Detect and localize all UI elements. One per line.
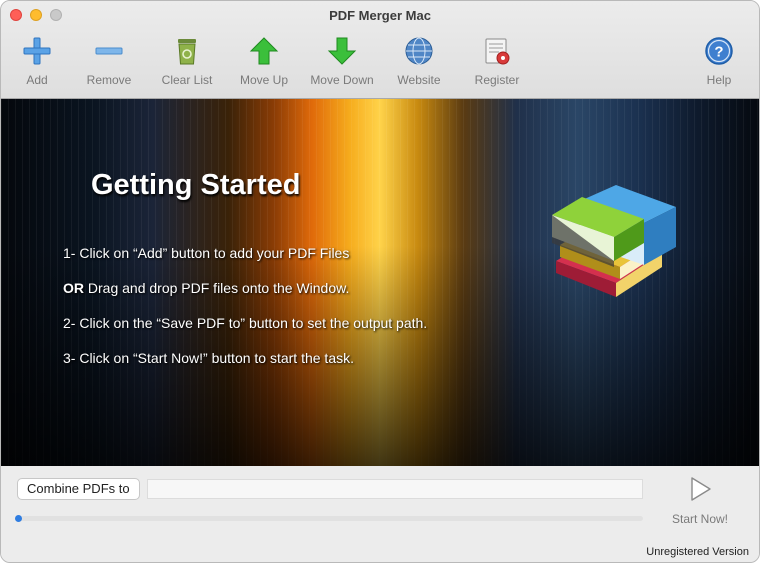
play-icon xyxy=(691,477,711,501)
recycle-bin-icon xyxy=(178,39,196,65)
step-drag-drop-text: Drag and drop PDF files onto the Window. xyxy=(87,280,350,296)
step-drag-drop: OR Drag and drop PDF files onto the Wind… xyxy=(63,280,349,296)
remove-button[interactable]: Remove xyxy=(69,35,149,87)
register-label: Register xyxy=(474,73,520,87)
step-save-path: 2- Click on the “Save PDF to” button to … xyxy=(63,315,428,331)
website-label: Website xyxy=(397,73,441,87)
help-icon: ? xyxy=(705,37,733,65)
add-button[interactable]: Add xyxy=(1,35,77,87)
getting-started-title: Getting Started xyxy=(91,169,301,201)
app-window: PDF Merger Mac Add Remove Clear List Mov… xyxy=(0,0,760,563)
output-path-field[interactable] xyxy=(147,479,643,499)
progress-bar xyxy=(17,516,643,521)
arrow-up-icon xyxy=(249,37,279,65)
registration-status: Unregistered Version xyxy=(646,546,749,558)
move-up-label: Move Up xyxy=(239,73,289,87)
bottom-panel: Combine PDFs to Start Now! Unregistered … xyxy=(1,466,759,562)
start-now-button[interactable]: Start Now! xyxy=(661,476,739,526)
getting-started-banner: Getting Started 1- Click on “Add” button… xyxy=(1,99,759,466)
svg-text:?: ? xyxy=(714,44,723,61)
help-button[interactable]: ? Help xyxy=(679,35,759,87)
clear-list-label: Clear List xyxy=(161,73,213,87)
step-start: 3- Click on “Start Now!” button to start… xyxy=(63,350,354,366)
or-label: OR xyxy=(63,280,84,296)
start-now-label: Start Now! xyxy=(671,512,728,526)
combine-pdfs-to-button[interactable]: Combine PDFs to xyxy=(17,478,140,500)
help-label: Help xyxy=(706,73,732,87)
step-add: 1- Click on “Add” button to add your PDF… xyxy=(63,245,350,261)
remove-label: Remove xyxy=(86,73,132,87)
arrow-down-icon xyxy=(327,37,357,65)
progress-indicator xyxy=(15,515,22,522)
add-label: Add xyxy=(26,73,48,87)
register-icon xyxy=(485,38,510,65)
window-title: PDF Merger Mac xyxy=(329,8,431,23)
move-up-button[interactable]: Move Up xyxy=(224,35,304,87)
website-button[interactable]: Website xyxy=(379,35,459,87)
titlebar: PDF Merger Mac Add Remove Clear List Mov… xyxy=(1,1,759,99)
move-down-button[interactable]: Move Down xyxy=(302,35,382,87)
books-icon xyxy=(552,185,676,297)
move-down-label: Move Down xyxy=(310,73,374,87)
clear-list-button[interactable]: Clear List xyxy=(147,35,227,87)
plus-icon xyxy=(23,37,51,65)
register-button[interactable]: Register xyxy=(457,35,537,87)
globe-icon xyxy=(405,37,433,65)
minus-icon xyxy=(95,47,123,55)
